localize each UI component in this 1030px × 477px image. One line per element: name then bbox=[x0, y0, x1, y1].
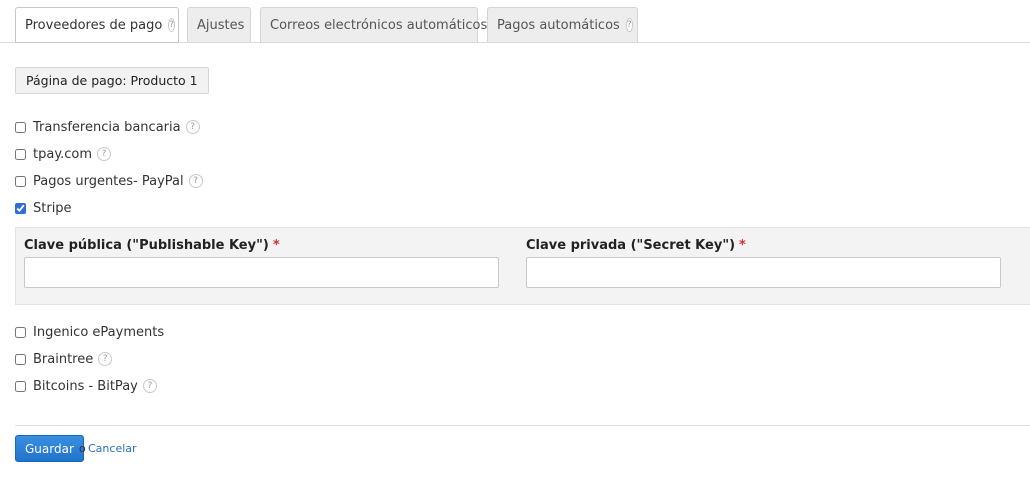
provider-bank-transfer-checkbox[interactable] bbox=[15, 121, 26, 133]
tab-label: Correos electrónicos automáticos bbox=[270, 17, 488, 33]
provider-label: tpay.com bbox=[33, 146, 93, 162]
provider-stripe[interactable]: Stripe bbox=[15, 199, 72, 217]
help-icon[interactable]: ? bbox=[98, 352, 113, 366]
provider-label: Ingenico ePayments bbox=[33, 324, 165, 340]
provider-braintree-checkbox[interactable] bbox=[15, 353, 26, 365]
help-icon[interactable]: ? bbox=[142, 379, 157, 393]
provider-ingenico[interactable]: Ingenico ePayments bbox=[15, 323, 164, 341]
provider-label: Stripe bbox=[33, 200, 72, 216]
tab-bar: Proveedores de pago ? Ajustes Correos el… bbox=[0, 0, 1030, 43]
provider-label: Pagos urgentes- PayPal bbox=[33, 173, 184, 189]
provider-bitpay-checkbox[interactable] bbox=[15, 380, 26, 392]
secret-key-label-text: Clave privada ("Secret Key") bbox=[526, 238, 736, 253]
tab-settings[interactable]: Ajustes bbox=[187, 7, 251, 42]
cancel-link[interactable]: Cancelar bbox=[88, 442, 137, 455]
help-icon[interactable]: ? bbox=[185, 120, 200, 134]
provider-label: Braintree bbox=[33, 351, 94, 367]
tab-label: Proveedores de pago bbox=[25, 17, 163, 33]
provider-paypal[interactable]: Pagos urgentes- PayPal ? bbox=[15, 172, 203, 190]
provider-label: Bitcoins - BitPay bbox=[33, 378, 138, 394]
provider-tpay[interactable]: tpay.com ? bbox=[15, 145, 112, 163]
public-key-label-text: Clave pública ("Publishable Key") bbox=[24, 238, 269, 253]
public-key-input[interactable] bbox=[24, 257, 499, 288]
tab-automatic-payments[interactable]: Pagos automáticos ? bbox=[487, 7, 638, 42]
required-mark: * bbox=[272, 238, 280, 253]
tab-automatic-emails[interactable]: Correos electrónicos automáticos bbox=[260, 7, 487, 42]
payment-page-selector-button[interactable]: Página de pago: Producto 1 bbox=[15, 67, 209, 94]
public-key-label: Clave pública ("Publishable Key") * bbox=[24, 238, 280, 253]
payment-page-selector-label: Página de pago: Producto 1 bbox=[26, 73, 198, 88]
save-button[interactable]: Guardar bbox=[15, 435, 84, 462]
provider-paypal-checkbox[interactable] bbox=[15, 175, 26, 187]
provider-ingenico-checkbox[interactable] bbox=[15, 326, 26, 338]
tab-payment-providers[interactable]: Proveedores de pago ? bbox=[15, 7, 179, 43]
provider-bitpay[interactable]: Bitcoins - BitPay ? bbox=[15, 377, 157, 395]
provider-bank-transfer[interactable]: Transferencia bancaria ? bbox=[15, 118, 200, 136]
help-icon[interactable]: ? bbox=[625, 18, 633, 32]
provider-stripe-checkbox[interactable] bbox=[15, 202, 26, 214]
tab-label: Ajustes bbox=[197, 17, 245, 33]
provider-braintree[interactable]: Braintree ? bbox=[15, 350, 113, 368]
provider-tpay-checkbox[interactable] bbox=[15, 148, 26, 160]
secret-key-label: Clave privada ("Secret Key") * bbox=[526, 238, 746, 253]
secret-key-input[interactable] bbox=[526, 257, 1001, 288]
or-text: o bbox=[79, 442, 86, 455]
help-icon[interactable]: ? bbox=[168, 18, 176, 32]
required-mark: * bbox=[739, 238, 746, 253]
help-icon[interactable]: ? bbox=[188, 174, 203, 188]
actions-divider bbox=[15, 425, 1030, 426]
provider-label: Transferencia bancaria bbox=[33, 119, 181, 135]
stripe-keys-panel: Clave pública ("Publishable Key") * Clave… bbox=[15, 227, 1030, 305]
help-icon[interactable]: ? bbox=[97, 147, 112, 161]
tab-label: Pagos automáticos bbox=[497, 17, 620, 33]
